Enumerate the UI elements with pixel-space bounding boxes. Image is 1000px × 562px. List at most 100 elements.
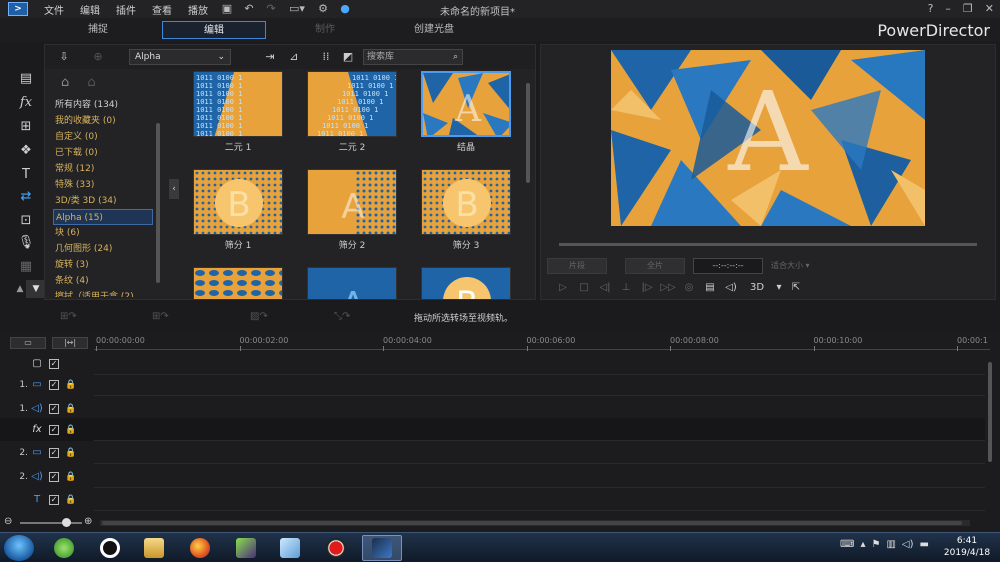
timeline-ruler[interactable]: 00:00:00:00 00:00:02:00 00:00:04:00 00:00:0…: [94, 334, 990, 351]
grid-view-icon[interactable]: ⁞⁞: [319, 50, 333, 64]
menu-play[interactable]: 播放: [180, 2, 216, 17]
collapse-panel-button[interactable]: ‹: [169, 179, 179, 199]
track-lane[interactable]: [94, 465, 985, 488]
redo-icon[interactable]: ↷: [263, 2, 279, 16]
media-app[interactable]: [226, 535, 266, 561]
volume-tray-icon[interactable]: ◁): [902, 539, 914, 550]
next-frame-icon[interactable]: |▷: [639, 280, 655, 296]
menu-file[interactable]: 文件: [36, 2, 72, 17]
zoom-slider[interactable]: [20, 522, 82, 524]
timeline-view-button[interactable]: ▭: [10, 337, 46, 349]
track-lane[interactable]: [94, 488, 985, 511]
split-icon[interactable]: ⊥: [618, 280, 634, 296]
grid-scrollbar[interactable]: [525, 81, 531, 295]
category-item[interactable]: 自定义 (0): [53, 129, 153, 145]
transition-tile[interactable]: A 结晶: [421, 71, 511, 153]
category-item[interactable]: 擦拭（适用于盒 (2): [53, 289, 153, 297]
category-scrollbar[interactable]: [155, 115, 161, 295]
lock-icon[interactable]: 🔒: [65, 380, 76, 390]
track-lane[interactable]: [94, 373, 985, 396]
powerdirector-app[interactable]: [362, 535, 402, 561]
snapshot-icon[interactable]: ◎: [681, 280, 697, 296]
transition-tile[interactable]: 1011 0100 1 1011 0100 1 1011 0100 1 1011 01…: [307, 71, 397, 153]
transition-room-icon[interactable]: ⇄: [16, 188, 36, 206]
chat-icon[interactable]: ▬: [919, 539, 928, 550]
volume-icon[interactable]: ◁): [723, 280, 739, 296]
track-lane[interactable]: [94, 352, 985, 375]
keyframe-tool-icon[interactable]: ⤡↷: [334, 311, 350, 325]
pip-room-icon[interactable]: ⊞: [16, 118, 36, 136]
fit-size-dropdown[interactable]: 适合大小 ▾: [771, 258, 810, 274]
category-item[interactable]: 我的收藏夹 (0): [53, 113, 153, 129]
transition-tile[interactable]: A: [307, 267, 397, 299]
lock-icon[interactable]: 🔒: [65, 472, 76, 482]
movie-mode-button[interactable]: 全片: [625, 258, 685, 274]
three-d-toggle[interactable]: 3D: [744, 280, 770, 296]
timeline-horizontal-scrollbar[interactable]: [100, 520, 970, 526]
track-lane[interactable]: [94, 397, 985, 420]
minimize-icon[interactable]: –: [945, 2, 951, 15]
category-item[interactable]: 已下载 (0): [53, 145, 153, 161]
taskbar-clock[interactable]: 6:41 2019/4/18: [938, 535, 996, 559]
firefox-app[interactable]: [180, 535, 220, 561]
ie-app[interactable]: [44, 535, 84, 561]
lock-icon[interactable]: 🔒: [65, 404, 76, 414]
track-lane[interactable]: [94, 441, 985, 464]
fit-timeline-button[interactable]: |↔|: [52, 337, 88, 349]
apply-icon[interactable]: ⊿: [287, 50, 301, 64]
lock-icon[interactable]: 🔒: [65, 495, 76, 505]
notes-app[interactable]: [270, 535, 310, 561]
resize-icon[interactable]: ◩: [341, 50, 355, 64]
category-item[interactable]: 特殊 (33): [53, 177, 153, 193]
track-enable-checkbox[interactable]: ✓: [49, 471, 59, 482]
menu-view[interactable]: 查看: [144, 2, 180, 17]
timecode-field[interactable]: --:--:--:--: [693, 258, 763, 274]
network-icon[interactable]: ▥: [886, 539, 895, 550]
play-icon[interactable]: ▷: [555, 280, 571, 296]
track-enable-checkbox[interactable]: ✓: [49, 379, 59, 390]
transition-tile[interactable]: A 筛分 2: [307, 169, 397, 251]
flag-icon[interactable]: ⚑: [871, 539, 880, 550]
transition-tile[interactable]: 1011 0100 1 1011 0100 1 1011 0100 1 1011 01…: [193, 71, 283, 153]
fast-forward-icon[interactable]: ▷▷: [660, 280, 676, 296]
stop-icon[interactable]: □: [576, 280, 592, 296]
category-item[interactable]: Alpha (15): [53, 209, 153, 225]
start-button[interactable]: [4, 535, 34, 561]
keyboard-icon[interactable]: ⌨: [840, 539, 854, 550]
category-item[interactable]: 所有内容 (134): [53, 97, 153, 113]
zoom-out-icon[interactable]: ⊖: [4, 516, 12, 527]
transition-tile[interactable]: B: [421, 267, 511, 299]
transition-tile[interactable]: B 筛分 3: [421, 169, 511, 251]
title-room-icon[interactable]: T: [16, 166, 36, 184]
menu-plugins[interactable]: 插件: [108, 2, 144, 17]
three-d-chevron-icon[interactable]: ▾: [775, 280, 783, 296]
help-icon[interactable]: ?: [928, 2, 934, 15]
transition-tile[interactable]: [193, 267, 283, 299]
add-to-timeline-icon[interactable]: ⇥: [263, 50, 277, 64]
category-item[interactable]: 3D/类 3D (34): [53, 193, 153, 209]
track-lane[interactable]: [94, 418, 985, 441]
clip-mode-button[interactable]: 片段: [547, 258, 607, 274]
aspect-ratio-icon[interactable]: ▭▾: [285, 2, 309, 16]
voiceover-room-icon[interactable]: 🎙: [16, 234, 36, 252]
subtitle-room-icon[interactable]: ▦: [16, 258, 36, 276]
timeline-vertical-scrollbar[interactable]: [987, 362, 993, 522]
undock-icon[interactable]: ⇱: [788, 280, 804, 296]
undo-icon[interactable]: ↶: [241, 2, 257, 16]
zoom-in-icon[interactable]: ⊕: [84, 516, 92, 527]
particle-room-icon[interactable]: ❖: [16, 142, 36, 160]
track-enable-checkbox[interactable]: ✓: [49, 403, 59, 414]
scroll-down-icon[interactable]: ▼: [26, 280, 46, 298]
recorder-app[interactable]: [316, 535, 356, 561]
download-icon[interactable]: ⊕: [91, 50, 105, 64]
tab-create-disc[interactable]: 创建光盘: [392, 21, 476, 39]
category-dropdown[interactable]: Alpha ⌄: [129, 49, 231, 65]
category-item[interactable]: 旋转 (3): [53, 257, 153, 273]
account-icon[interactable]: ●: [337, 2, 353, 16]
add-tag-icon[interactable]: ⌂: [61, 75, 69, 90]
settings-icon[interactable]: ⚙: [315, 2, 331, 16]
save-icon[interactable]: ▣: [219, 2, 235, 16]
effects-tool-icon[interactable]: ▨↷: [250, 311, 268, 325]
search-icon[interactable]: ⌕: [453, 50, 458, 64]
edit-tool-icon[interactable]: ⊞↷: [152, 311, 169, 325]
